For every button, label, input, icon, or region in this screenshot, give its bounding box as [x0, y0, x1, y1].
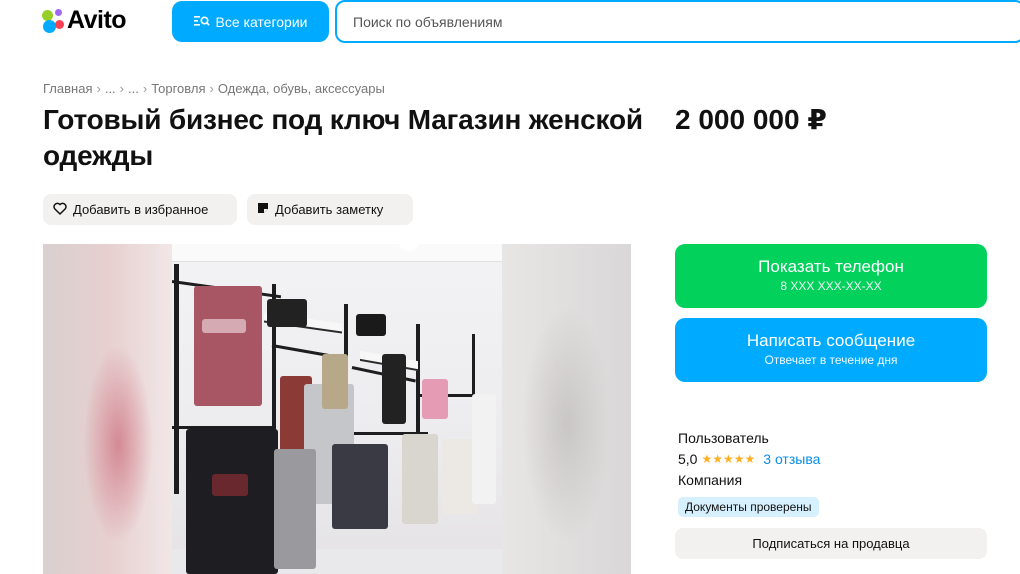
breadcrumb-ellipsis-2[interactable]: ...	[128, 81, 139, 96]
gallery-blur-left	[43, 244, 172, 574]
add-note-button[interactable]: Добавить заметку	[247, 194, 413, 225]
breadcrumb-separator: ›	[142, 81, 148, 96]
write-message-label: Написать сообщение	[746, 331, 916, 350]
logo-text: Avito	[67, 5, 127, 34]
breadcrumb-clothing[interactable]: Одежда, обувь, аксессуары	[218, 81, 385, 96]
listing-photo[interactable]	[172, 244, 502, 574]
breadcrumb-separator: ›	[119, 81, 125, 96]
breadcrumb-separator: ›	[96, 81, 101, 96]
gallery-blur-right	[502, 244, 631, 574]
breadcrumb-separator: ›	[209, 81, 214, 96]
search-box	[335, 0, 1020, 43]
all-categories-label: Все категории	[215, 13, 308, 30]
breadcrumb-ellipsis-1[interactable]: ...	[105, 81, 116, 96]
breadcrumb: Главная › ... › ... › Торговля › Одежда,…	[43, 81, 385, 96]
breadcrumb-home[interactable]: Главная	[43, 81, 92, 96]
listing-price: 2 000 000 ₽	[675, 104, 827, 135]
response-time-note: Отвечает в течение дня	[764, 353, 898, 367]
photo-gallery[interactable]	[43, 244, 631, 574]
show-phone-label: Показать телефон	[758, 257, 904, 276]
search-input[interactable]	[337, 2, 1020, 41]
logo-dots-icon	[42, 9, 64, 33]
listing-title: Готовый бизнес под ключ Магазин женской …	[43, 104, 643, 171]
write-message-button[interactable]: Написать сообщение Отвечает в течение дн…	[675, 318, 987, 382]
all-categories-button[interactable]: Все категории	[172, 1, 329, 42]
categories-search-icon	[193, 15, 210, 29]
reviews-link[interactable]: 3 отзыва	[763, 451, 820, 467]
documents-verified-badge: Документы проверены	[678, 497, 819, 517]
add-note-label: Добавить заметку	[275, 202, 384, 217]
breadcrumb-trade[interactable]: Торговля	[151, 81, 205, 96]
seller-name[interactable]: Пользователь	[678, 430, 769, 446]
header: Avito Все категории	[0, 0, 1020, 44]
seller-rating: 5,0 ★★★★★ 3 отзыва	[678, 451, 820, 467]
seller-type: Компания	[678, 472, 743, 488]
show-phone-button[interactable]: Показать телефон 8 XXX XXX-XX-XX	[675, 244, 987, 308]
add-to-favorites-label: Добавить в избранное	[73, 202, 209, 217]
rating-value: 5,0	[678, 451, 698, 467]
avito-logo[interactable]: Avito	[42, 4, 127, 36]
add-to-favorites-button[interactable]: Добавить в избранное	[43, 194, 237, 225]
subscribe-seller-button[interactable]: Подписаться на продавца	[675, 528, 987, 559]
heart-icon	[53, 202, 67, 218]
phone-mask: 8 XXX XXX-XX-XX	[780, 279, 882, 293]
rating-stars-icon: ★★★★★	[701, 452, 756, 466]
note-icon	[257, 202, 269, 217]
